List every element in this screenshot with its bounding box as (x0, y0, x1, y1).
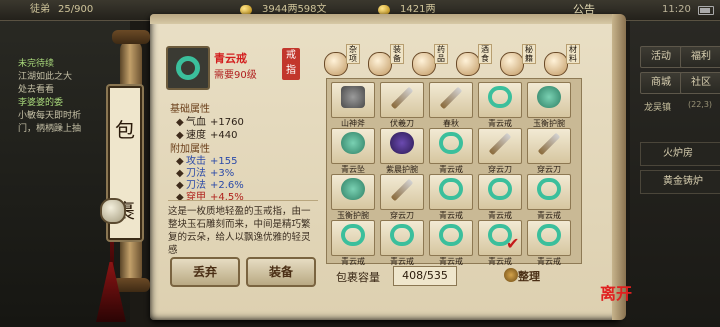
community-button[interactable]: 社区 (680, 72, 720, 94)
ring-item-icon (488, 86, 512, 108)
inventory-slot[interactable]: 青云戒 (527, 220, 571, 266)
scroll-right-edge (612, 14, 626, 320)
material-tab-icon (544, 52, 568, 76)
inventory-slot[interactable]: 伏羲刀 (380, 82, 424, 128)
ring-icon (176, 56, 200, 80)
inventory-slot[interactable]: 穿云刀 (380, 174, 424, 220)
shop-button[interactable]: 商城 (640, 72, 682, 94)
blade-item-icon (439, 86, 463, 110)
inventory-slot[interactable]: 春秋 (429, 82, 473, 128)
activity-button[interactable]: 活动 (640, 46, 682, 68)
fire-room-entry[interactable]: 火炉房 (640, 142, 720, 166)
title-char-1: 包 (115, 118, 135, 142)
location-name: 龙吴镇 (644, 103, 672, 113)
tab-label: 装备 (390, 44, 404, 64)
item-name: 青云戒 (214, 52, 247, 65)
apprentice-count: 25/900 (58, 4, 94, 15)
apprentice-label: 徒弟 (30, 4, 50, 15)
capacity-value: 408/535 (393, 266, 457, 286)
tab-label: 酒食 (478, 44, 492, 64)
welfare-button[interactable]: 福利 (680, 46, 720, 68)
slot-item-name: 青云戒 (488, 257, 512, 266)
inventory-slot[interactable]: 青云坠 (331, 128, 375, 174)
sort-button[interactable]: 整理 (518, 268, 540, 284)
tab-label: 材料 (566, 44, 580, 64)
tab-label: 杂项 (346, 44, 360, 64)
inventory-slot[interactable]: 青云戒 (331, 220, 375, 266)
inventory-slot[interactable]: 玉衡护腕 (331, 174, 375, 220)
inventory-slot[interactable]: 青云戒 (429, 174, 473, 220)
battery-icon (698, 6, 714, 15)
inventory-slot[interactable]: 青云戒 (478, 174, 522, 220)
ring-item-icon (537, 178, 561, 200)
axe-item-icon (341, 86, 365, 108)
blade-item-icon (488, 132, 512, 156)
ring-item-icon (488, 178, 512, 200)
inventory-slot[interactable]: 穿云刀 (527, 128, 571, 174)
item-requirement: 需要90级 (214, 70, 257, 81)
gold-furnace-entry[interactable]: 黄金铸炉 (640, 170, 720, 194)
inventory-slot[interactable]: 山神斧 (331, 82, 375, 128)
selected-check-icon: ✔ (506, 234, 520, 253)
manual-tab-icon (500, 52, 524, 76)
jade-item-icon (341, 132, 365, 154)
food-tab-icon (456, 52, 480, 76)
inventory-slot[interactable]: 紫晨护腕 (380, 128, 424, 174)
ring-item-icon (341, 224, 365, 246)
tab-label: 秘籍 (522, 44, 536, 64)
location-coords: (22,3) (688, 100, 713, 109)
scroll-top-edge (150, 14, 620, 24)
selected-item-icon (166, 46, 210, 90)
scroll-rod-cap-top (112, 30, 150, 44)
corner-seal: 离开 (600, 284, 633, 303)
tab-label: 药品 (434, 44, 448, 64)
drop-button[interactable]: 丢弃 (170, 257, 240, 287)
ring-item-icon (439, 178, 463, 200)
blade-item-icon (390, 178, 414, 202)
fire-room-label: 火炉房 (663, 148, 693, 159)
inventory-slot[interactable]: 穿云刀 (478, 128, 522, 174)
armor-item-icon (390, 132, 414, 154)
item-slot-badge: 戒指 (282, 48, 300, 80)
quest-line: 江湖如此之大 (18, 72, 73, 82)
jade-item-icon (537, 86, 561, 108)
capacity-label: 包裹容量 (336, 271, 380, 284)
inventory-slot[interactable]: 青云戒 (380, 220, 424, 266)
gold-furnace-label: 黄金铸炉 (663, 176, 703, 187)
item-description: 这是一枚质地轻盈的玉戒指，由一整块玉石雕刻而来，中间是精巧繁复的云朵，给人以飘逸… (168, 200, 318, 263)
sort-bag-icon (504, 268, 518, 282)
misc-tab-icon (324, 52, 348, 76)
blade-item-icon (537, 132, 561, 156)
inventory-slot[interactable]: 青云戒 (478, 82, 522, 128)
ring-item-icon (390, 224, 414, 246)
inventory-slot[interactable]: 青云戒 (527, 174, 571, 220)
blade-item-icon (390, 86, 414, 110)
slot-item-name: 青云戒 (537, 257, 561, 266)
jade-item-icon (341, 178, 365, 200)
ring-item-icon (439, 224, 463, 246)
equip-button[interactable]: 装备 (246, 257, 316, 287)
inventory-slot[interactable]: 玉衡护腕 (527, 82, 571, 128)
slot-item-name: 青云戒 (341, 257, 365, 266)
inventory-slot[interactable]: 青云戒 (429, 128, 473, 174)
quest-title-1: 未完待续 (18, 59, 55, 69)
ring-item-icon (537, 224, 561, 246)
jade-ornament-icon (100, 198, 126, 224)
inventory-slot[interactable]: 青云戒 (429, 220, 473, 266)
system-clock: 11:20 (662, 4, 691, 15)
medicine-tab-icon (412, 52, 436, 76)
attribute-row: ◆ 速度 +440 (176, 126, 237, 141)
ring-item-icon (439, 132, 463, 154)
equipment-tab-icon (368, 52, 392, 76)
attribute-value: +440 (210, 130, 238, 141)
